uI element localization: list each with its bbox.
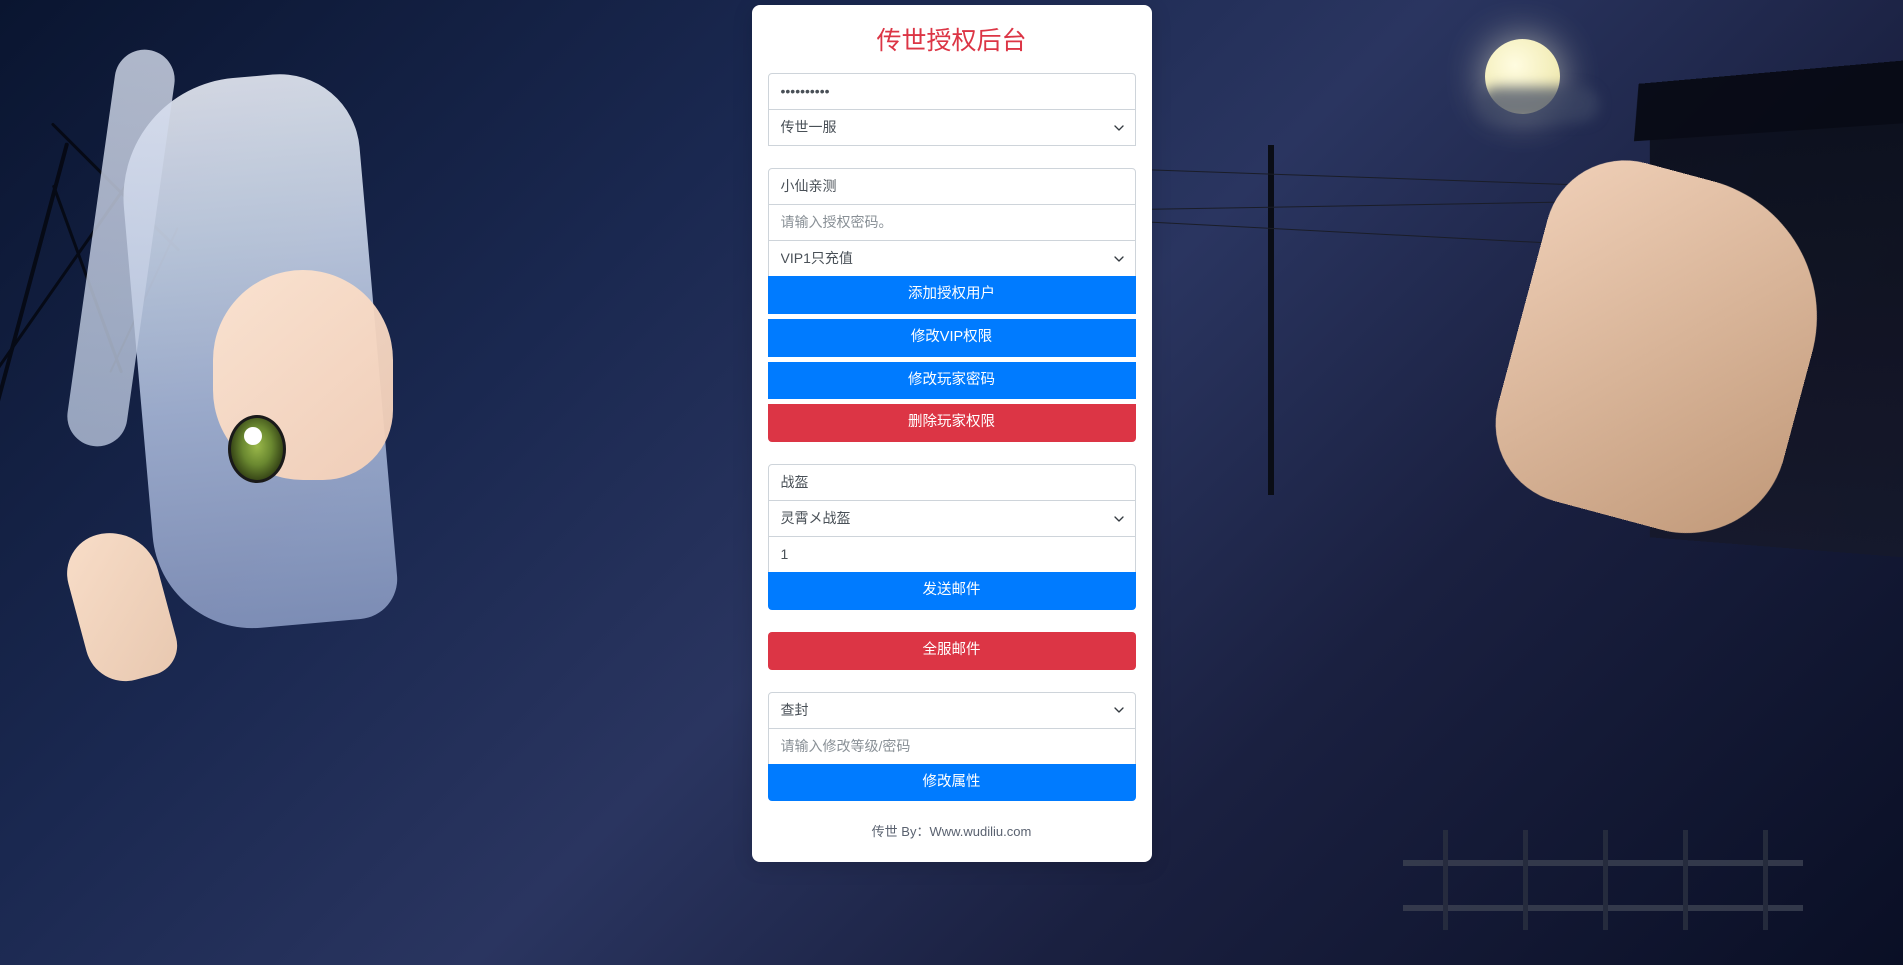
footer-credit: 传世 By：Www.wudiliu.com bbox=[768, 807, 1136, 846]
admin-panel: 传世授权后台 传世一服 VIP1只充值 添加授权用户 修改VIP权限 修改玩家密… bbox=[752, 5, 1152, 862]
auth-group: 传世一服 bbox=[768, 73, 1136, 146]
authcode-input[interactable] bbox=[768, 204, 1136, 241]
modify-attribute-button[interactable]: 修改属性 bbox=[768, 764, 1136, 802]
send-mail-button[interactable]: 发送邮件 bbox=[768, 572, 1136, 610]
vip-level-select[interactable]: VIP1只充值 bbox=[768, 240, 1136, 277]
username-input[interactable] bbox=[768, 168, 1136, 205]
modify-player-password-button[interactable]: 修改玩家密码 bbox=[768, 362, 1136, 400]
fence-graphic bbox=[1403, 815, 1803, 965]
cloud-graphic bbox=[1479, 87, 1599, 122]
global-mail-group: 全服邮件 bbox=[768, 632, 1136, 670]
item-quantity-input[interactable] bbox=[768, 536, 1136, 573]
admin-password-input[interactable] bbox=[768, 73, 1136, 110]
item-name-input[interactable] bbox=[768, 464, 1136, 501]
mail-item-group: 灵霄メ战盔 发送邮件 bbox=[768, 464, 1136, 610]
server-select[interactable]: 传世一服 bbox=[768, 109, 1136, 146]
add-auth-user-button[interactable]: 添加授权用户 bbox=[768, 276, 1136, 314]
action-select[interactable]: 查封 bbox=[768, 692, 1136, 729]
anime-character-graphic bbox=[0, 0, 761, 965]
delete-player-perm-button[interactable]: 删除玩家权限 bbox=[768, 404, 1136, 442]
modify-vip-button[interactable]: 修改VIP权限 bbox=[768, 319, 1136, 357]
page-title: 传世授权后台 bbox=[768, 21, 1136, 57]
item-select[interactable]: 灵霄メ战盔 bbox=[768, 500, 1136, 537]
user-auth-group: VIP1只充值 添加授权用户 修改VIP权限 修改玩家密码 删除玩家权限 bbox=[768, 168, 1136, 442]
modify-attr-group: 查封 修改属性 bbox=[768, 692, 1136, 802]
level-password-input[interactable] bbox=[768, 728, 1136, 765]
global-mail-button[interactable]: 全服邮件 bbox=[768, 632, 1136, 670]
